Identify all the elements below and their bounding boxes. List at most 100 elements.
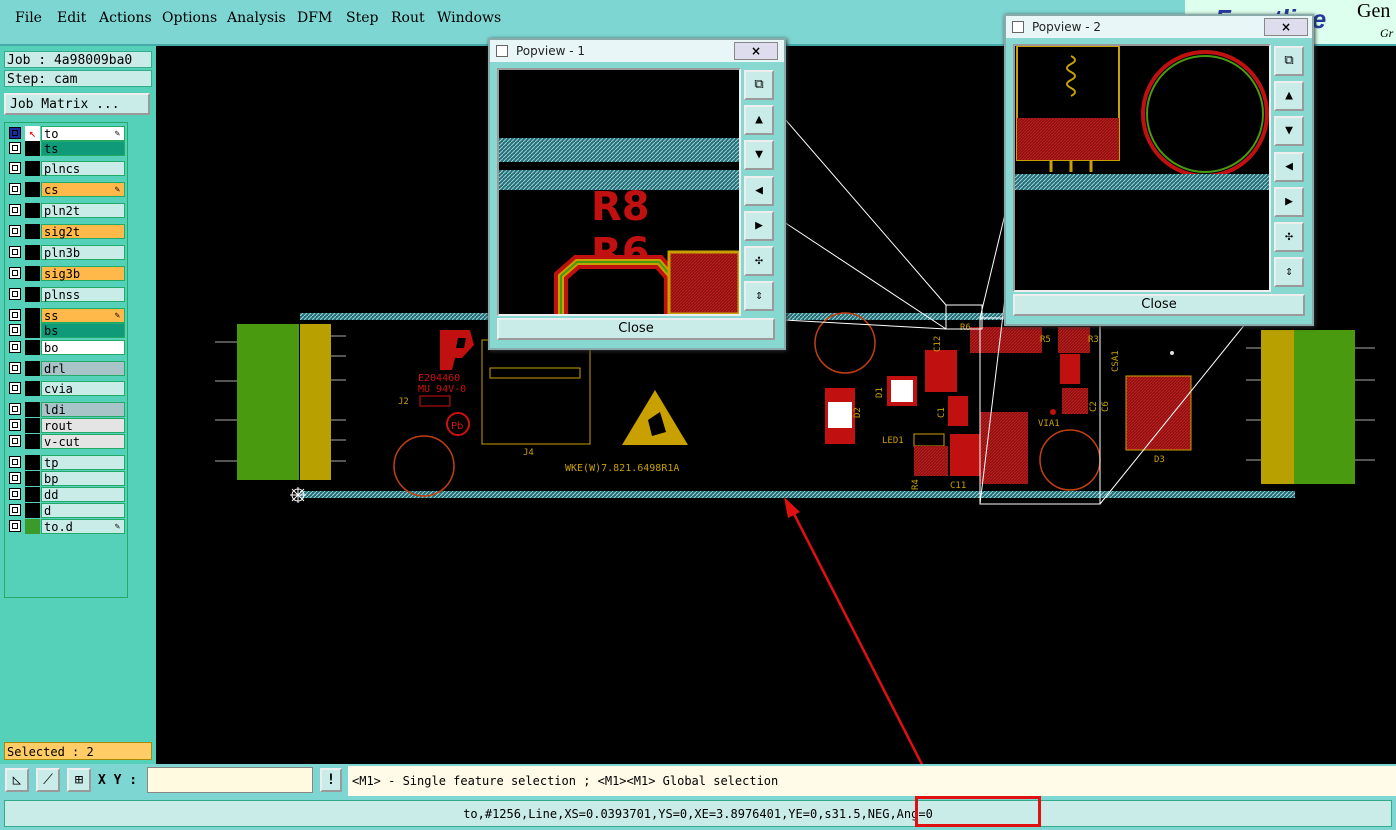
layer-color-swatch[interactable] xyxy=(25,182,40,197)
layer-name[interactable]: dd xyxy=(41,487,125,502)
popview-1-close-button[interactable]: Close xyxy=(497,318,775,340)
popview-1-pan-up-button[interactable]: ▲ xyxy=(744,105,774,135)
layer-name[interactable]: to.d ✎ xyxy=(41,519,125,534)
layer-color-swatch[interactable]: ↖ xyxy=(25,126,40,141)
layer-row-pln3b[interactable]: pln3b xyxy=(7,245,125,260)
layer-name[interactable]: sig2t xyxy=(41,224,125,239)
layer-row-dd[interactable]: dd xyxy=(7,487,125,502)
popview-2-close-button[interactable]: Close xyxy=(1013,294,1305,316)
layer-name[interactable]: v-cut xyxy=(41,434,125,449)
layer-checkbox[interactable] xyxy=(9,504,21,516)
layer-name[interactable]: cs ✎ xyxy=(41,182,125,197)
layer-color-swatch[interactable] xyxy=(25,161,40,176)
layer-color-swatch[interactable] xyxy=(25,323,40,338)
layer-checkbox[interactable] xyxy=(9,288,21,300)
layer-color-swatch[interactable] xyxy=(25,361,40,376)
layer-color-swatch[interactable] xyxy=(25,487,40,502)
layer-name[interactable]: pln3b xyxy=(41,245,125,260)
grid-tool-icon[interactable]: ⊞ xyxy=(67,768,91,792)
layer-name[interactable]: tp xyxy=(41,455,125,470)
layer-color-swatch[interactable] xyxy=(25,141,40,156)
layer-checkbox[interactable] xyxy=(9,246,21,258)
warning-button[interactable]: ! xyxy=(320,768,342,792)
layer-checkbox[interactable] xyxy=(9,183,21,195)
layer-row-bp[interactable]: bp xyxy=(7,471,125,486)
popview-1-viewport[interactable]: R8 R6 xyxy=(497,68,741,316)
layer-checkbox[interactable] xyxy=(9,127,21,139)
popview-2-close-icon[interactable]: × xyxy=(1264,18,1308,36)
menu-actions[interactable]: Actions xyxy=(99,10,152,26)
layer-checkbox[interactable] xyxy=(9,403,21,415)
layer-row-v-cut[interactable]: v-cut xyxy=(7,434,125,449)
snap-tool-icon[interactable]: ⟋ xyxy=(36,768,60,792)
menu-options[interactable]: Options xyxy=(162,10,217,26)
job-matrix-button[interactable]: Job Matrix ... xyxy=(4,93,150,115)
popview-1-pan-right-button[interactable]: ▶ xyxy=(744,211,774,241)
menu-windows[interactable]: Windows xyxy=(437,10,501,26)
layer-row-ss[interactable]: ss ✎ xyxy=(7,308,125,323)
popview-2-zoom-in-button[interactable]: ✣ xyxy=(1274,222,1304,252)
layer-name[interactable]: plncs xyxy=(41,161,125,176)
popview-1-pan-left-button[interactable]: ◀ xyxy=(744,176,774,206)
board-rail-bottom[interactable] xyxy=(300,491,1295,498)
layer-color-swatch[interactable] xyxy=(25,455,40,470)
layer-checkbox[interactable] xyxy=(9,419,21,431)
layer-color-swatch[interactable] xyxy=(25,245,40,260)
layer-color-swatch[interactable] xyxy=(25,340,40,355)
layer-checkbox[interactable] xyxy=(9,488,21,500)
layer-color-swatch[interactable] xyxy=(25,434,40,449)
layer-name[interactable]: pln2t xyxy=(41,203,125,218)
popview-2-pan-right-button[interactable]: ▶ xyxy=(1274,187,1304,217)
layer-color-swatch[interactable] xyxy=(25,308,40,323)
layer-color-swatch[interactable] xyxy=(25,381,40,396)
layer-color-swatch[interactable] xyxy=(25,471,40,486)
menu-analysis[interactable]: Analysis xyxy=(227,10,286,26)
popview-1-zoom-out-button[interactable]: ⇕ xyxy=(744,281,774,311)
layer-color-swatch[interactable] xyxy=(25,203,40,218)
layer-color-swatch[interactable] xyxy=(25,519,40,534)
xy-input[interactable] xyxy=(147,767,313,793)
layer-checkbox[interactable] xyxy=(9,324,21,336)
layer-checkbox[interactable] xyxy=(9,362,21,374)
menu-dfm[interactable]: DFM xyxy=(297,10,332,26)
layer-name[interactable]: bp xyxy=(41,471,125,486)
layer-name[interactable]: to ✎ xyxy=(41,126,125,141)
menu-rout[interactable]: Rout xyxy=(391,10,425,26)
layer-name[interactable]: bo xyxy=(41,340,125,355)
popview-1-zoom-in-button[interactable]: ✣ xyxy=(744,246,774,276)
layer-row-ldi[interactable]: ldi xyxy=(7,402,125,417)
layer-row-rout[interactable]: rout xyxy=(7,418,125,433)
layer-color-swatch[interactable] xyxy=(25,224,40,239)
layer-name[interactable]: ldi xyxy=(41,402,125,417)
layer-row-sig3b[interactable]: sig3b xyxy=(7,266,125,281)
layer-color-swatch[interactable] xyxy=(25,503,40,518)
layer-checkbox[interactable] xyxy=(9,309,21,321)
layer-name[interactable]: d xyxy=(41,503,125,518)
layer-row-to[interactable]: ↖ to ✎ xyxy=(7,126,125,141)
layer-checkbox[interactable] xyxy=(9,382,21,394)
layer-checkbox[interactable] xyxy=(9,435,21,447)
layer-row-cs[interactable]: cs ✎ xyxy=(7,182,125,197)
layer-name[interactable]: ts xyxy=(41,141,125,156)
layer-row-drl[interactable]: drl xyxy=(7,361,125,376)
layer-checkbox[interactable] xyxy=(9,225,21,237)
popview-2-pan-up-button[interactable]: ▲ xyxy=(1274,81,1304,111)
popview-2-zoom-out-button[interactable]: ⇕ xyxy=(1274,257,1304,287)
popview-1-close-icon[interactable]: × xyxy=(734,42,778,60)
popview-2-pan-left-button[interactable]: ◀ xyxy=(1274,152,1304,182)
measure-tool-icon[interactable]: ◺ xyxy=(5,768,29,792)
popview-1-zoom-home-button[interactable]: ⧉ xyxy=(744,70,774,100)
popview-2-window[interactable]: Popview - 2 × ⧉ ▲ ▼ ◀ ▶ ✣ ⇕ Close xyxy=(1004,14,1314,326)
layer-row-ts[interactable]: ts xyxy=(7,141,125,156)
popview-2-viewport[interactable] xyxy=(1013,44,1271,292)
layer-checkbox[interactable] xyxy=(9,472,21,484)
layer-color-swatch[interactable] xyxy=(25,418,40,433)
layer-color-swatch[interactable] xyxy=(25,266,40,281)
layer-row-cvia[interactable]: cvia xyxy=(7,381,125,396)
layer-name[interactable]: cvia xyxy=(41,381,125,396)
layer-checkbox[interactable] xyxy=(9,162,21,174)
layer-name[interactable]: plnss xyxy=(41,287,125,302)
layer-checkbox[interactable] xyxy=(9,142,21,154)
layer-row-plnss[interactable]: plnss xyxy=(7,287,125,302)
layer-checkbox[interactable] xyxy=(9,456,21,468)
